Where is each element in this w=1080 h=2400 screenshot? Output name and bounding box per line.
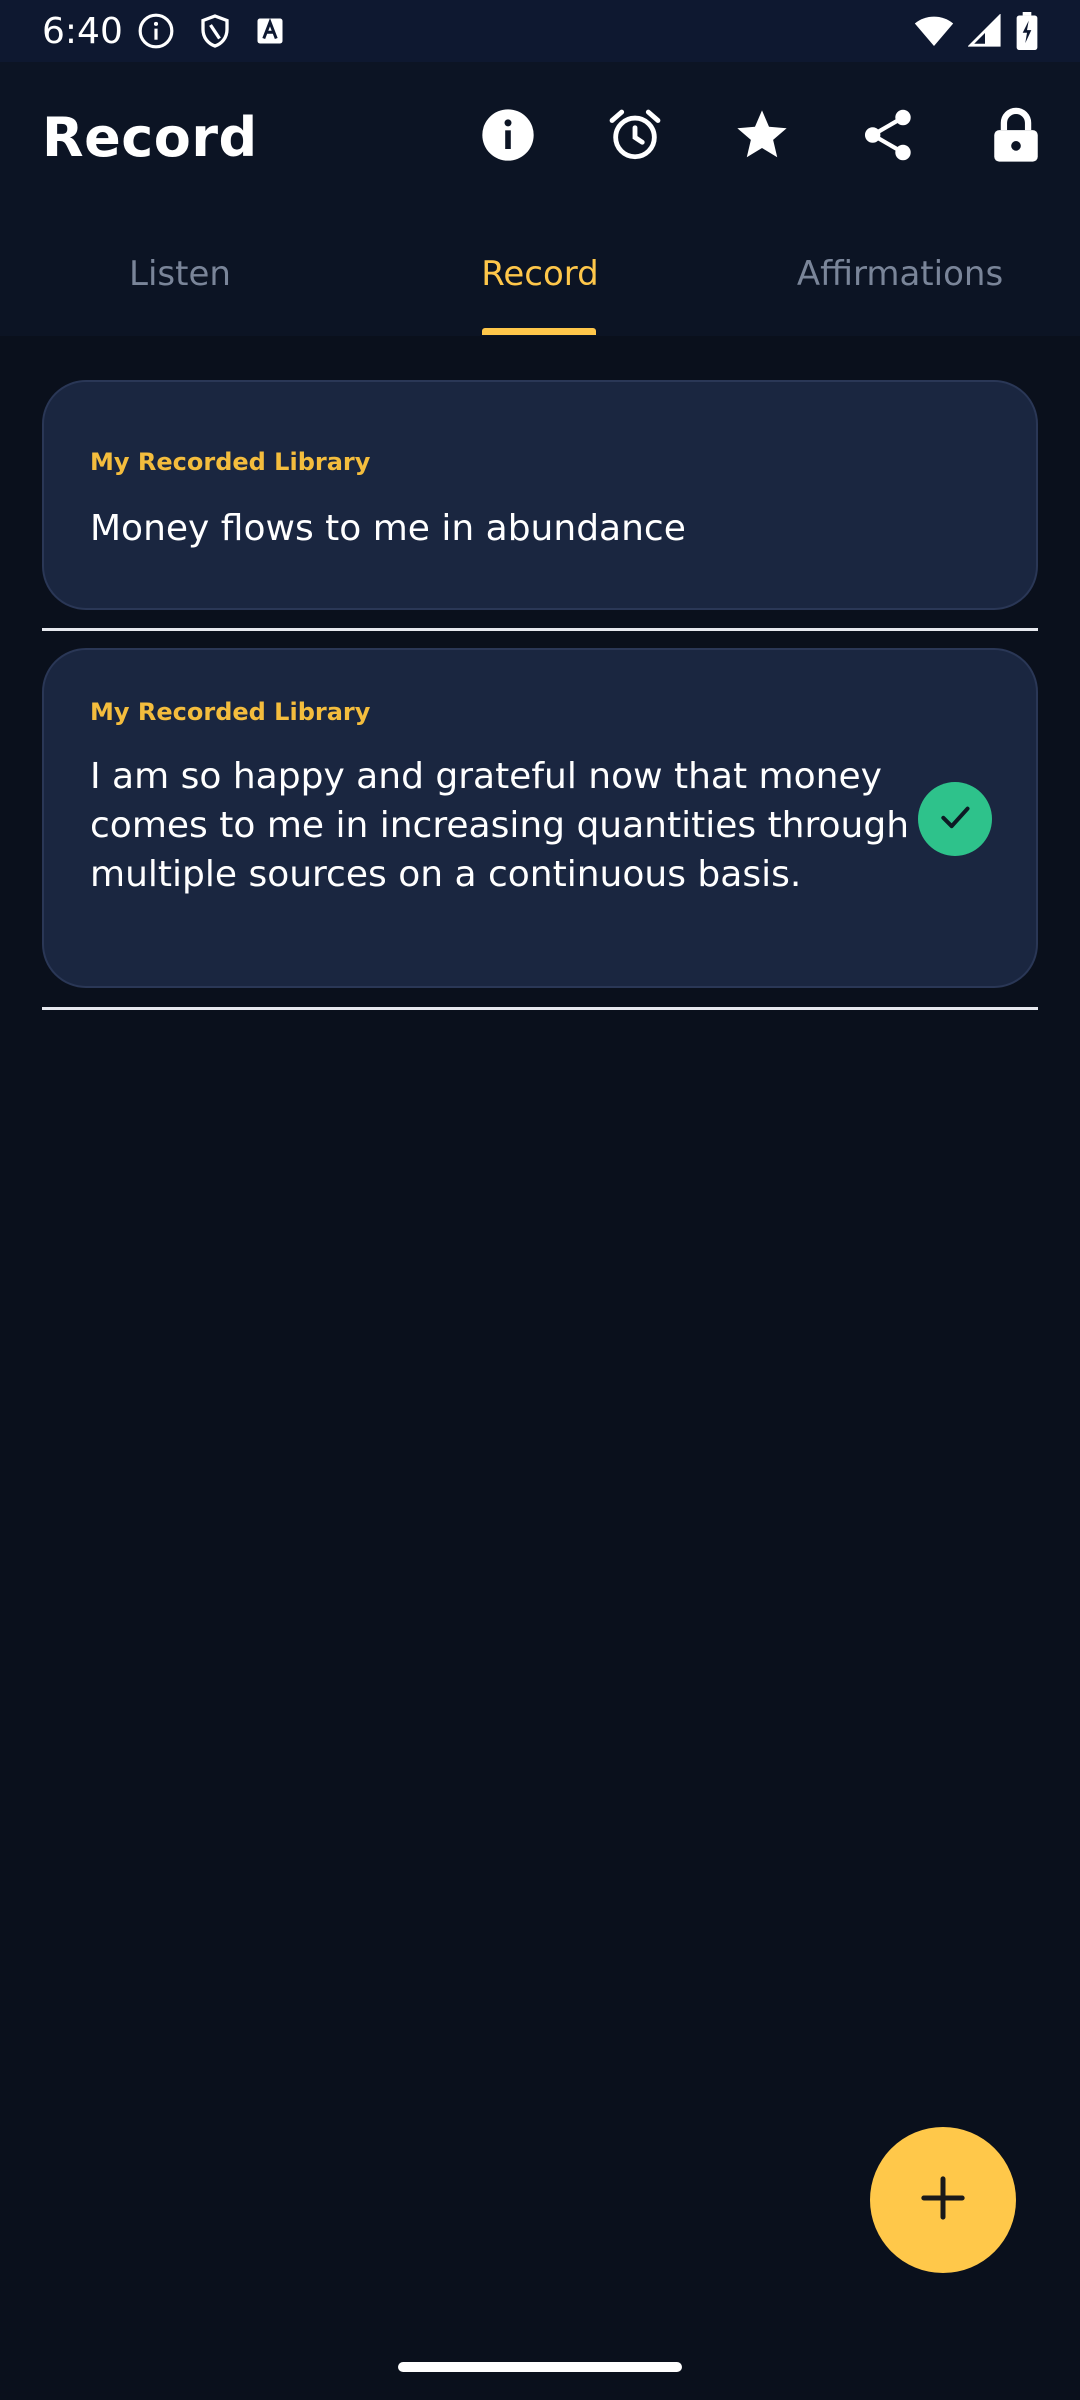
status-time: 6:40 [42,10,123,52]
card-affirmation-text: Money flows to me in abundance [90,508,686,549]
screen: 6:40 Record Listen Record Affirmations M… [0,0,1080,2400]
selected-check-badge[interactable] [918,782,992,856]
battery-charging-icon [1016,12,1038,50]
status-bar: 6:40 [0,0,1080,62]
status-right-icons [914,12,1038,50]
card-category: My Recorded Library [90,448,371,476]
alarm-icon [606,106,664,164]
plus-icon [920,2175,966,2225]
tab-bar: Listen Record Affirmations [0,212,1080,336]
lock-icon [990,106,1042,164]
star-icon [733,106,791,164]
share-button[interactable] [857,103,921,167]
info-icon [137,12,175,50]
recording-card[interactable]: My Recorded Library I am so happy and gr… [42,648,1038,988]
add-recording-button[interactable] [870,2127,1016,2273]
app-bar: Record [0,62,1080,212]
favorites-button[interactable] [730,103,794,167]
card-affirmation-text: I am so happy and grateful now that mone… [90,756,910,895]
alarm-button[interactable] [603,103,667,167]
wifi-icon [914,14,954,48]
check-icon [935,797,975,841]
shield-icon [197,12,233,50]
card-category: My Recorded Library [90,698,371,726]
page-title: Record [42,106,258,169]
divider [42,628,1038,631]
tab-listen[interactable]: Listen [0,212,360,336]
info-icon [480,107,536,163]
divider [42,1007,1038,1010]
active-tab-indicator [482,328,596,335]
home-indicator[interactable] [398,2362,682,2372]
info-button[interactable] [476,103,540,167]
recording-card[interactable]: My Recorded Library Money flows to me in… [42,380,1038,610]
tab-record[interactable]: Record [360,212,720,336]
share-icon [861,107,917,163]
cell-signal-icon [968,14,1002,48]
status-left-icons [137,12,285,50]
lock-button[interactable] [984,103,1048,167]
a-badge-icon [255,16,285,46]
tab-affirmations[interactable]: Affirmations [720,212,1080,336]
